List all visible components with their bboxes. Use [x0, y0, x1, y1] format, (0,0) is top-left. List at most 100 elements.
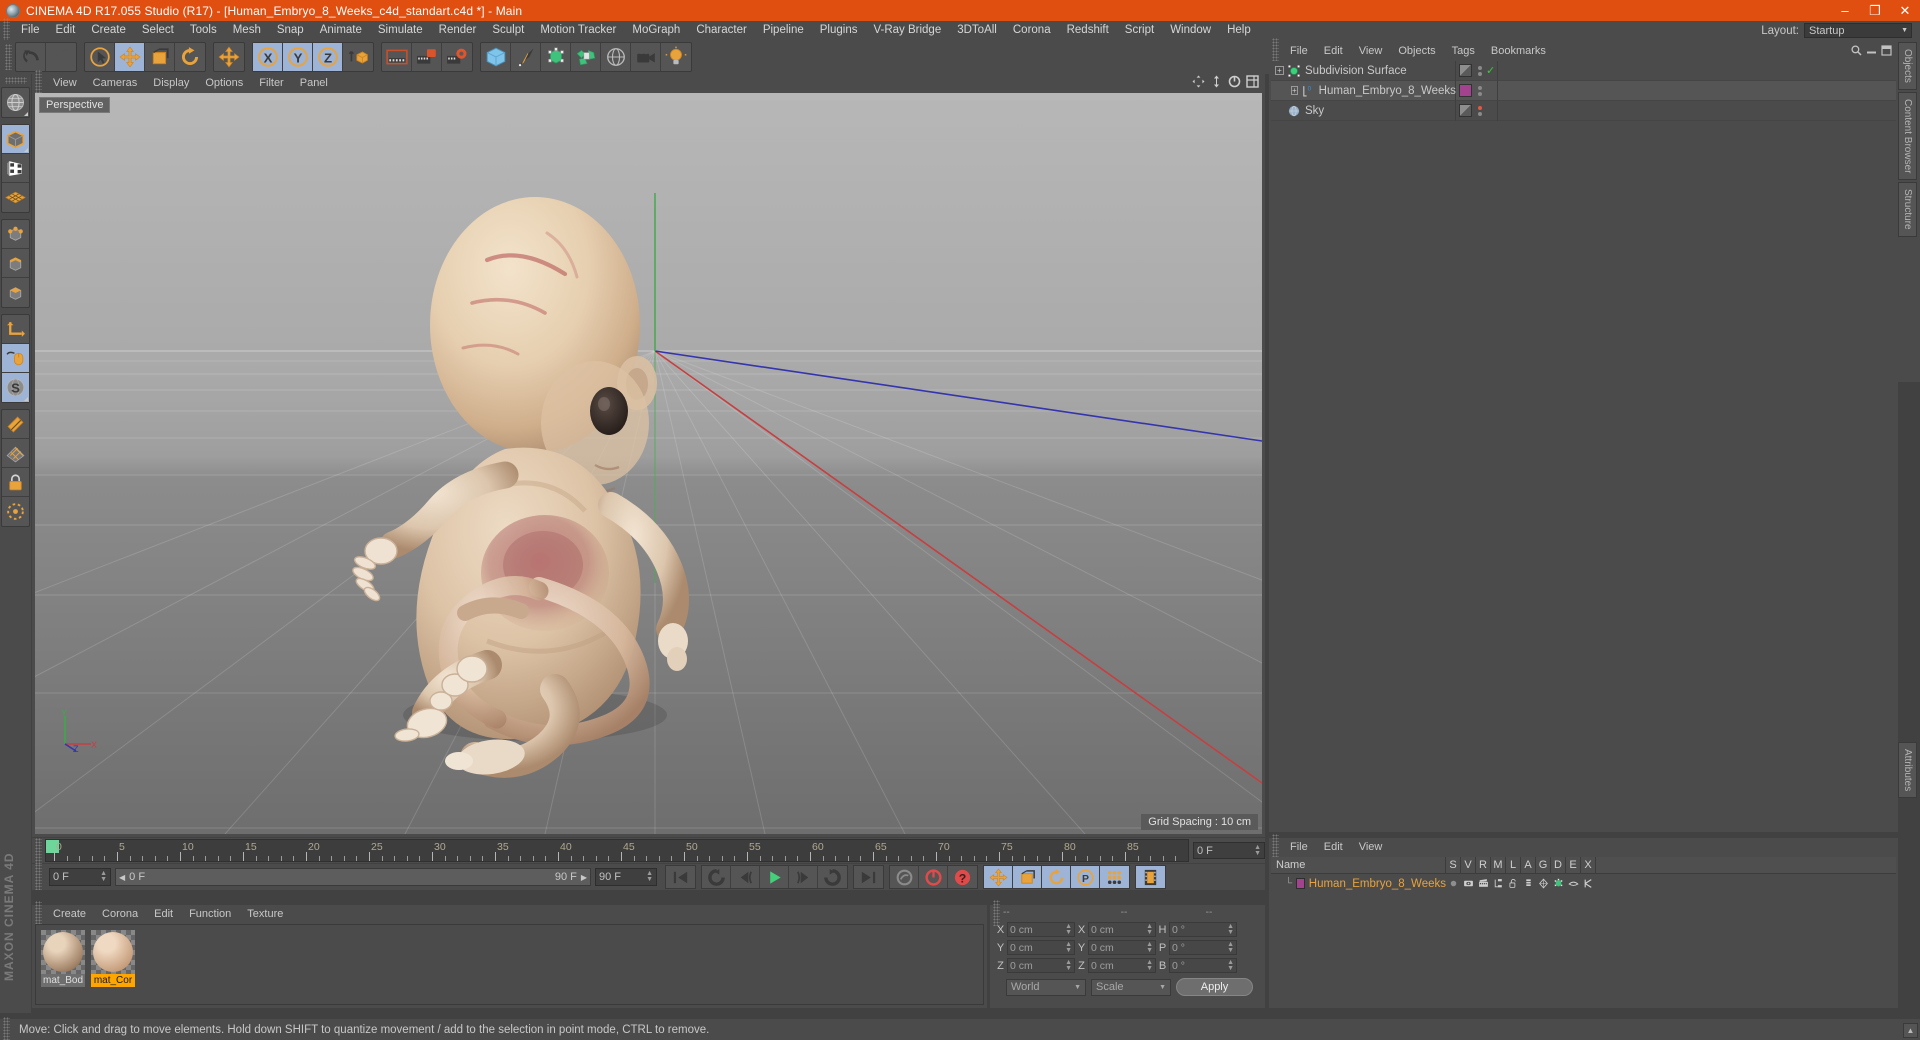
coord-stepper[interactable]: ▲ ▼ — [1227, 941, 1234, 954]
keyframe-selection-button[interactable]: ? — [948, 866, 977, 888]
viewport-menu-cameras[interactable]: Cameras — [85, 77, 146, 89]
workplane-arc-button[interactable] — [2, 497, 29, 526]
add-generator-button[interactable] — [541, 43, 571, 71]
object-manager-menu-objects[interactable]: Objects — [1390, 45, 1443, 57]
attribute-menu-file[interactable]: File — [1282, 841, 1316, 853]
visibility-dots-icon[interactable] — [1478, 85, 1482, 96]
menu-item-animate[interactable]: Animate — [312, 21, 370, 40]
render-view-button[interactable] — [382, 43, 412, 71]
lock-x-axis[interactable]: X — [253, 43, 283, 71]
coord-stepper[interactable]: ▲ ▼ — [1146, 941, 1153, 954]
object-manager-menu-file[interactable]: File — [1282, 45, 1316, 57]
coord-field-position-2[interactable]: 0 cm ▲ ▼ — [1007, 958, 1075, 973]
visibility-dots-icon[interactable] — [1478, 65, 1482, 76]
current-frame-stepper[interactable]: ▲ ▼ — [100, 870, 107, 883]
status-grip[interactable] — [3, 1016, 10, 1040]
viewport-menu-view[interactable]: View — [45, 77, 85, 89]
visibility-dots-icon[interactable] — [1478, 105, 1482, 116]
attr-column-v[interactable]: V — [1461, 856, 1476, 874]
attribute-menu-edit[interactable]: Edit — [1316, 841, 1351, 853]
next-frame-button[interactable] — [789, 866, 818, 888]
apply-button[interactable]: Apply — [1176, 978, 1253, 996]
attr-column-a[interactable]: A — [1521, 856, 1536, 874]
generator-icon[interactable] — [1551, 874, 1566, 893]
play-button[interactable] — [760, 866, 789, 888]
close-button[interactable]: ✕ — [1890, 0, 1920, 21]
coord-stepper[interactable]: ▲ ▼ — [1227, 923, 1234, 936]
right-tab-content-browser[interactable]: Content Browser — [1898, 91, 1917, 181]
visibility-icon[interactable] — [1461, 874, 1476, 893]
object-manager-menu-tags[interactable]: Tags — [1444, 45, 1483, 57]
maximize-button[interactable]: ❐ — [1860, 0, 1890, 21]
timeline-ruler[interactable]: 051015202530354045505560657075808590 — [45, 839, 1189, 862]
viewport-grip[interactable] — [35, 69, 42, 96]
render-icon[interactable] — [1476, 874, 1491, 893]
menu-item-3dtoall[interactable]: 3DToAll — [949, 21, 1005, 40]
attr-column-s[interactable]: S — [1446, 856, 1461, 874]
previous-frame-button[interactable] — [731, 866, 760, 888]
render-to-picture-viewer[interactable] — [412, 43, 442, 71]
add-primitive-cube-button[interactable] — [481, 43, 511, 71]
attr-column-e[interactable]: E — [1566, 856, 1581, 874]
menu-item-redshift[interactable]: Redshift — [1059, 21, 1117, 40]
add-deformer-button[interactable] — [571, 43, 601, 71]
scale-tool[interactable] — [145, 43, 175, 71]
viewport-menu-filter[interactable]: Filter — [251, 77, 291, 89]
position-key-button[interactable] — [984, 866, 1013, 888]
left-toolbar-grip[interactable] — [4, 77, 27, 84]
menu-item-corona[interactable]: Corona — [1005, 21, 1059, 40]
material-swatch[interactable]: mat_Bod — [41, 930, 85, 999]
point-level-animation-button[interactable] — [1100, 866, 1129, 888]
attr-column-l[interactable]: L — [1506, 856, 1521, 874]
coordinate-system-dropdown[interactable]: World ▼ — [1006, 978, 1086, 996]
timeline-frame-field[interactable]: 0 F ▲ ▼ — [1193, 842, 1265, 859]
object-manager-menu-edit[interactable]: Edit — [1316, 45, 1351, 57]
go-to-start-button[interactable] — [666, 866, 695, 888]
timeline-toggle-button[interactable] — [1136, 866, 1165, 888]
material-menu-texture[interactable]: Texture — [239, 908, 291, 920]
coord-stepper[interactable]: ▲ ▼ — [1227, 959, 1234, 972]
add-spline-button[interactable] — [511, 43, 541, 71]
rotate-view-icon[interactable] — [1228, 75, 1241, 88]
viewport-menu-display[interactable]: Display — [145, 77, 197, 89]
coord-stepper[interactable]: ▲ ▼ — [1065, 941, 1072, 954]
menu-item-create[interactable]: Create — [83, 21, 134, 40]
attribute-menu-view[interactable]: View — [1351, 841, 1391, 853]
menu-item-edit[interactable]: Edit — [48, 21, 84, 40]
workplane-lock-toggle[interactable] — [2, 468, 29, 497]
viewport-navigation-tool[interactable] — [2, 88, 29, 117]
cap-icon[interactable] — [1566, 874, 1581, 893]
menu-item-mograph[interactable]: MoGraph — [624, 21, 688, 40]
material-name-label[interactable]: mat_Cor — [91, 974, 135, 987]
autokeying-button[interactable] — [919, 866, 948, 888]
world-coordinate-toggle[interactable] — [343, 43, 373, 71]
polygons-mode-button[interactable] — [2, 278, 29, 307]
attr-column-r[interactable]: R — [1476, 856, 1491, 874]
workplane-mode-button[interactable] — [2, 183, 29, 212]
bone-icon[interactable] — [1581, 874, 1596, 893]
move-tool[interactable] — [115, 43, 145, 71]
parameter-key-button[interactable]: P — [1071, 866, 1100, 888]
menu-item-v-ray-bridge[interactable]: V-Ray Bridge — [865, 21, 949, 40]
expand-toggle-icon[interactable]: + — [1275, 66, 1284, 75]
coord-field-rotation-1[interactable]: 0 ° ▲ ▼ — [1169, 940, 1237, 955]
material-menu-corona[interactable]: Corona — [94, 908, 146, 920]
expand-toggle-icon[interactable]: + — [1291, 86, 1298, 95]
timeline-scrubber[interactable]: ◀ 0 F 90 F ▶ — [115, 868, 591, 886]
scrub-right-arrow-icon[interactable]: ▶ — [581, 873, 587, 882]
menu-item-simulate[interactable]: Simulate — [370, 21, 431, 40]
deform-icon[interactable] — [1536, 874, 1551, 893]
render-settings-button[interactable] — [442, 43, 472, 71]
coord-field-size-2[interactable]: 0 cm ▲ ▼ — [1088, 958, 1156, 973]
material-name-label[interactable]: mat_Bod — [41, 974, 85, 987]
timeline-frame-stepper[interactable]: ▲ ▼ — [1254, 844, 1261, 857]
scrub-left-arrow-icon[interactable]: ◀ — [119, 873, 125, 882]
coord-stepper[interactable]: ▲ ▼ — [1146, 959, 1153, 972]
menu-item-pipeline[interactable]: Pipeline — [755, 21, 812, 40]
menu-item-snap[interactable]: Snap — [269, 21, 312, 40]
hidden-tag-swatch[interactable] — [1459, 64, 1472, 77]
material-menu-function[interactable]: Function — [181, 908, 239, 920]
workplane-lock-button[interactable] — [2, 410, 29, 439]
menu-item-sculpt[interactable]: Sculpt — [484, 21, 532, 40]
unlock-icon[interactable] — [1506, 874, 1521, 893]
